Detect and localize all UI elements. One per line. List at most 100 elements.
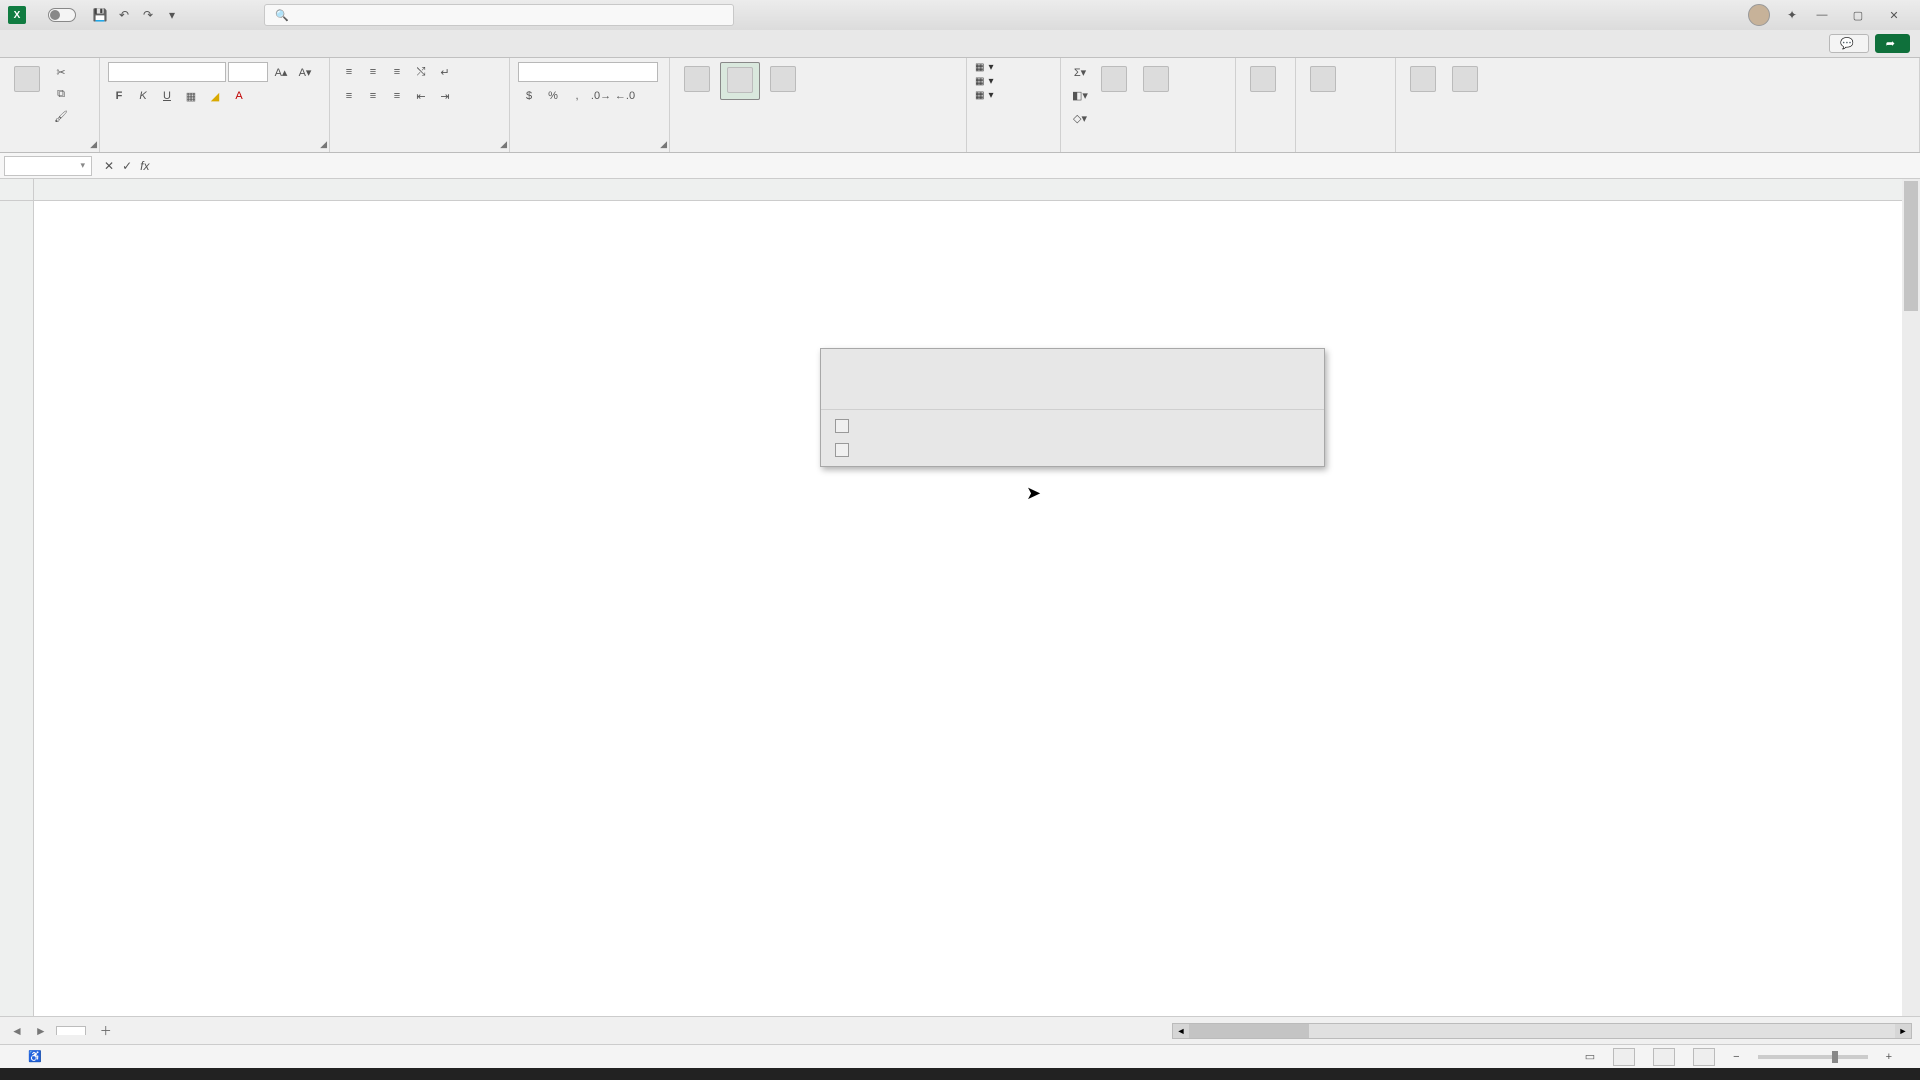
font-name-combo[interactable] — [108, 62, 226, 82]
zoom-out-icon[interactable]: − — [1733, 1051, 1739, 1063]
sort-filter-button[interactable] — [1095, 62, 1133, 98]
sheet-prev-icon[interactable]: ◄ — [8, 1024, 26, 1038]
decrease-decimal-icon[interactable]: ←.0 — [614, 86, 636, 106]
increase-decimal-icon[interactable]: .0→ — [590, 86, 612, 106]
fill-icon[interactable]: ◧▾ — [1069, 85, 1091, 105]
add-sheet-icon[interactable]: ＋ — [92, 1022, 120, 1039]
cancel-icon[interactable]: ✕ — [104, 159, 114, 173]
pivot-style-icon — [835, 443, 849, 457]
name-box[interactable]: ▾ — [4, 156, 92, 176]
save-icon[interactable]: 💾 — [90, 5, 110, 25]
increase-font-icon[interactable]: A▴ — [270, 62, 292, 82]
new-table-style[interactable] — [821, 414, 1324, 438]
paste-button[interactable] — [8, 62, 46, 98]
display-settings[interactable]: ▭ — [1585, 1050, 1595, 1063]
comma-icon[interactable]: , — [566, 86, 588, 106]
align-middle-icon[interactable]: ≡ — [362, 62, 384, 82]
format-as-table-button[interactable] — [720, 62, 760, 100]
share-button[interactable]: ➦ — [1875, 34, 1910, 53]
format-painter-icon[interactable]: 🖌 — [50, 106, 72, 126]
sheet-tab[interactable] — [56, 1026, 86, 1035]
number-launcher-icon[interactable]: ◢ — [660, 139, 667, 150]
underline-icon[interactable]: U — [156, 86, 178, 106]
zoom-in-icon[interactable]: + — [1886, 1051, 1892, 1063]
clipboard-launcher-icon[interactable]: ◢ — [90, 139, 97, 150]
close-button[interactable]: ✕ — [1876, 4, 1912, 26]
align-left-icon[interactable]: ≡ — [338, 86, 360, 106]
italic-icon[interactable]: K — [132, 86, 154, 106]
present-icon[interactable]: ✦ — [1782, 5, 1802, 25]
normal-view-icon[interactable] — [1613, 1048, 1635, 1066]
decrease-font-icon[interactable]: A▾ — [294, 62, 316, 82]
bold-icon[interactable]: F — [108, 86, 130, 106]
delete-cells-button[interactable]: ▦ ▾ — [975, 76, 993, 87]
comment-icon: 💬 — [1840, 37, 1854, 50]
copy-icon[interactable]: ⧉ — [50, 84, 72, 104]
cell-styles-button[interactable] — [764, 62, 802, 98]
align-launcher-icon[interactable]: ◢ — [500, 139, 507, 150]
excel-icon: X — [8, 6, 26, 24]
scroll-right-icon[interactable]: ► — [1895, 1024, 1911, 1038]
font-size-combo[interactable] — [228, 62, 268, 82]
number-format-combo[interactable] — [518, 62, 658, 82]
cut-icon[interactable]: ✂ — [50, 62, 72, 82]
find-select-button[interactable] — [1137, 62, 1175, 98]
select-all[interactable] — [0, 179, 34, 201]
minimize-button[interactable]: — — [1804, 4, 1840, 26]
font-color-icon[interactable]: A — [228, 86, 250, 106]
pdf-outlook-icon — [1452, 66, 1478, 92]
addin-icon — [1250, 66, 1276, 92]
accounting-icon[interactable]: $ — [518, 86, 540, 106]
clear-icon[interactable]: ◇▾ — [1069, 108, 1091, 128]
table-styles-gallery — [820, 348, 1325, 467]
new-pivot-style[interactable] — [821, 438, 1324, 462]
zoom-slider[interactable] — [1758, 1055, 1868, 1059]
qat-more-icon[interactable]: ▾ — [162, 5, 182, 25]
format-cells-button[interactable]: ▦ ▾ — [975, 90, 993, 101]
align-center-icon[interactable]: ≡ — [362, 86, 384, 106]
orientation-icon[interactable]: ⤭ — [410, 62, 432, 82]
fill-color-icon[interactable]: ◢ — [204, 86, 226, 106]
data-analysis-button[interactable] — [1304, 62, 1342, 98]
user-account[interactable] — [1742, 4, 1770, 26]
comments-button[interactable]: 💬 — [1829, 34, 1869, 53]
vertical-scrollbar[interactable] — [1902, 179, 1920, 1016]
ribbon-tabs: 💬 ➦ — [0, 30, 1920, 58]
horizontal-scrollbar[interactable]: ◄ ► — [1172, 1023, 1912, 1039]
percent-icon[interactable]: % — [542, 86, 564, 106]
sheet-next-icon[interactable]: ► — [32, 1024, 50, 1038]
addins-button[interactable] — [1244, 62, 1282, 98]
share-icon: ➦ — [1886, 37, 1895, 50]
redo-icon[interactable]: ↷ — [138, 5, 158, 25]
formula-bar: ▾ ✕ ✓ fx — [0, 153, 1920, 179]
cond-format-icon — [684, 66, 710, 92]
align-bottom-icon[interactable]: ≡ — [386, 62, 408, 82]
align-right-icon[interactable]: ≡ — [386, 86, 408, 106]
autosave-toggle[interactable] — [48, 8, 76, 22]
page-break-view-icon[interactable] — [1693, 1048, 1715, 1066]
fx-icon[interactable]: fx — [140, 159, 149, 173]
group-font-title — [108, 146, 321, 148]
maximize-button[interactable]: ▢ — [1840, 4, 1876, 26]
paste-icon — [14, 66, 40, 92]
scroll-left-icon[interactable]: ◄ — [1173, 1024, 1189, 1038]
pdf-link-button[interactable] — [1404, 62, 1442, 98]
grid[interactable]: ➤ — [0, 179, 1920, 1016]
conditional-formatting-button[interactable] — [678, 62, 716, 98]
wrap-text-icon[interactable]: ↵ — [434, 62, 456, 82]
enter-icon[interactable]: ✓ — [122, 159, 132, 173]
accessibility-status[interactable]: ♿ — [28, 1050, 42, 1063]
insert-cells-button[interactable]: ▦ ▾ — [975, 62, 993, 73]
cellstyles-icon — [770, 66, 796, 92]
undo-icon[interactable]: ↶ — [114, 5, 134, 25]
font-launcher-icon[interactable]: ◢ — [320, 139, 327, 150]
pdf-outlook-button[interactable] — [1446, 62, 1484, 98]
autosum-icon[interactable]: Σ▾ — [1069, 62, 1091, 82]
increase-indent-icon[interactable]: ⇥ — [434, 86, 456, 106]
table-style-icon — [835, 419, 849, 433]
page-layout-view-icon[interactable] — [1653, 1048, 1675, 1066]
search-box[interactable]: 🔍 — [264, 4, 734, 26]
align-top-icon[interactable]: ≡ — [338, 62, 360, 82]
border-icon[interactable]: ▦ — [180, 86, 202, 106]
decrease-indent-icon[interactable]: ⇤ — [410, 86, 432, 106]
